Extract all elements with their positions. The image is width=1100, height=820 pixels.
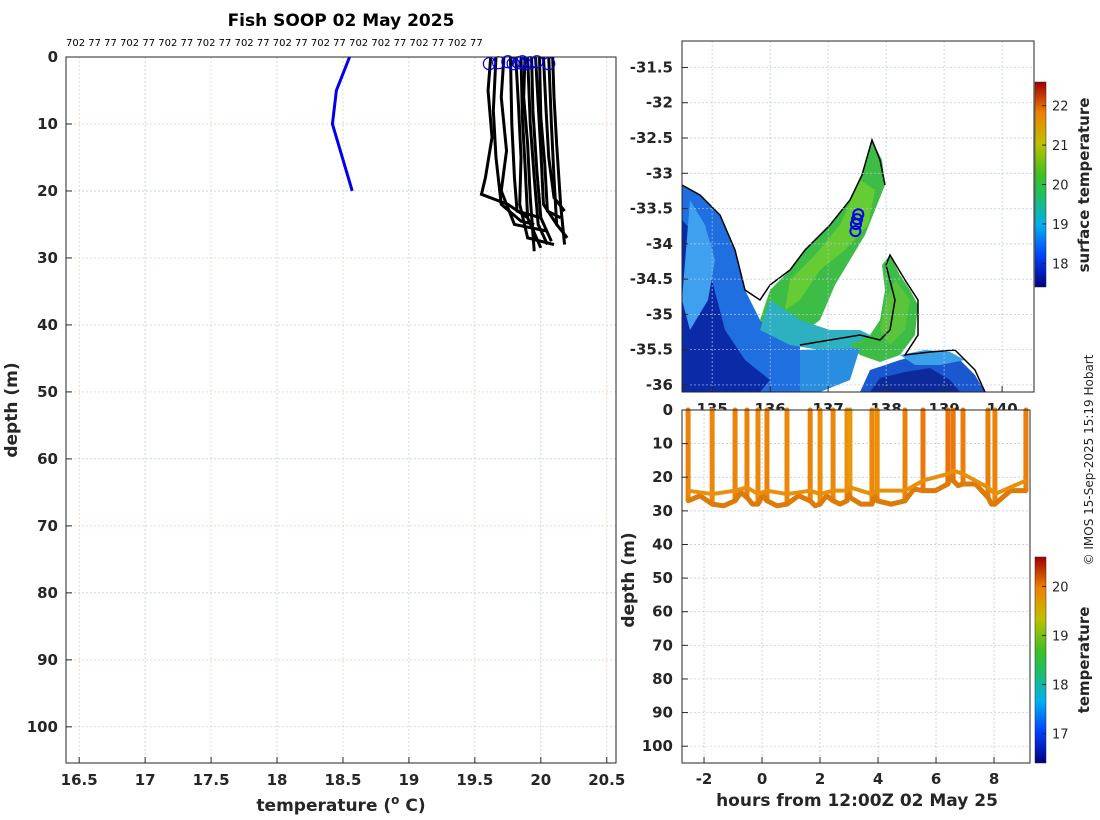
figure-canvas: Fish SOOP 02 May 2025 702 77 77 702 77 7… bbox=[2, 11, 1096, 816]
depth-tick-label: 30 bbox=[652, 502, 673, 520]
time-tick-label: 2 bbox=[815, 770, 825, 788]
y-axis-label: depth (m) bbox=[2, 362, 22, 457]
map-lat-label: -36 bbox=[646, 376, 673, 394]
y-tick-label: 90 bbox=[37, 651, 58, 669]
map-lat-label: -33 bbox=[646, 164, 673, 182]
x-tick-label: 18 bbox=[267, 771, 288, 789]
time-tick-label: 6 bbox=[931, 770, 941, 788]
sst-colorbar-tick-label: 20 bbox=[1052, 179, 1069, 194]
time-axis-label: hours from 12:00Z 02 May 25 bbox=[716, 791, 998, 811]
plot-title: Fish SOOP 02 May 2025 bbox=[228, 11, 455, 31]
depth-tick-label: 50 bbox=[652, 569, 673, 587]
y-tick-label: 10 bbox=[37, 115, 58, 133]
temperature-colorbar-tick-label: 17 bbox=[1052, 728, 1069, 743]
time-depth-y-label: depth (m) bbox=[619, 532, 639, 627]
x-tick-label: 19.5 bbox=[456, 771, 493, 789]
map-lat-label: -32.5 bbox=[630, 129, 673, 147]
sst-colorbar-tick-label: 18 bbox=[1052, 257, 1069, 272]
time-tick-label: 4 bbox=[873, 770, 883, 788]
time-tick-label: 0 bbox=[757, 770, 767, 788]
time-tick-label: -2 bbox=[696, 770, 713, 788]
cast-labels: 702 77 77 702 77 702 77 702 77 702 77 70… bbox=[66, 38, 483, 49]
temperature-colorbar-label: temperature bbox=[1075, 607, 1093, 714]
sst-colorbar-tick-label: 19 bbox=[1052, 218, 1069, 233]
depth-tick-label: 90 bbox=[652, 704, 673, 722]
y-tick-label: 80 bbox=[37, 584, 58, 602]
depth-tick-label: 40 bbox=[652, 535, 673, 553]
profile-plot: Fish SOOP 02 May 2025 702 77 77 702 77 7… bbox=[2, 11, 625, 816]
credit-text: © IMOS 15-Sep-2025 15:19 Hobart bbox=[1082, 354, 1096, 565]
y-tick-label: 0 bbox=[48, 48, 58, 66]
y-tick-label: 30 bbox=[37, 249, 58, 267]
y-tick-label: 50 bbox=[37, 383, 58, 401]
x-tick-label: 17 bbox=[135, 771, 156, 789]
x-tick-label: 20.5 bbox=[588, 771, 625, 789]
map-lat-label: -33.5 bbox=[630, 200, 673, 218]
y-tick-label: 20 bbox=[37, 182, 58, 200]
map-lat-label: -32 bbox=[646, 94, 673, 112]
y-tick-label: 100 bbox=[27, 718, 58, 736]
map-lat-label: -34.5 bbox=[630, 270, 673, 288]
depth-tick-label: 60 bbox=[652, 603, 673, 621]
map-lat-label: -31.5 bbox=[630, 58, 673, 76]
x-tick-label: 20 bbox=[530, 771, 551, 789]
figure: Fish SOOP 02 May 2025 702 77 77 702 77 7… bbox=[0, 0, 1100, 820]
x-tick-label: 18.5 bbox=[324, 771, 361, 789]
temperature-colorbar-tick-label: 18 bbox=[1052, 679, 1069, 694]
depth-tick-label: 100 bbox=[642, 737, 673, 755]
temperature-colorbar-tick-label: 20 bbox=[1052, 580, 1069, 595]
x-tick-label: 17.5 bbox=[193, 771, 230, 789]
y-tick-label: 60 bbox=[37, 450, 58, 468]
sst-colorbar-label: surface temperature bbox=[1075, 98, 1093, 273]
temperature-colorbar bbox=[1034, 556, 1047, 764]
x-tick-label: 16.5 bbox=[61, 771, 98, 789]
time-tick-label: 8 bbox=[989, 770, 999, 788]
y-tick-label: 70 bbox=[37, 517, 58, 535]
map-lat-label: -34 bbox=[646, 235, 673, 253]
depth-tick-label: 80 bbox=[652, 670, 673, 688]
depth-tick-label: 10 bbox=[652, 435, 673, 453]
sst-colorbar-tick-label: 21 bbox=[1052, 139, 1069, 154]
map-lat-label: -35 bbox=[646, 305, 673, 323]
depth-tick-label: 70 bbox=[652, 636, 673, 654]
sst-map-image bbox=[682, 41, 1034, 392]
map-lat-label: -35.5 bbox=[630, 341, 673, 359]
x-axis-label: temperature (o C) bbox=[256, 793, 425, 816]
temperature-colorbar-tick-label: 19 bbox=[1052, 629, 1069, 644]
depth-tick-label: 0 bbox=[663, 401, 673, 419]
depth-tick-label: 20 bbox=[652, 468, 673, 486]
time-depth-plot: -2 0 2 4 6 80102030405060708090100 hours from… bbox=[619, 401, 1093, 811]
x-tick-label: 19 bbox=[398, 771, 419, 789]
sst-colorbar-tick-label: 22 bbox=[1052, 100, 1069, 115]
sst-map: 135136137138139140-31.5-32-32.5-33-33.5-… bbox=[630, 40, 1093, 418]
y-tick-label: 40 bbox=[37, 316, 58, 334]
